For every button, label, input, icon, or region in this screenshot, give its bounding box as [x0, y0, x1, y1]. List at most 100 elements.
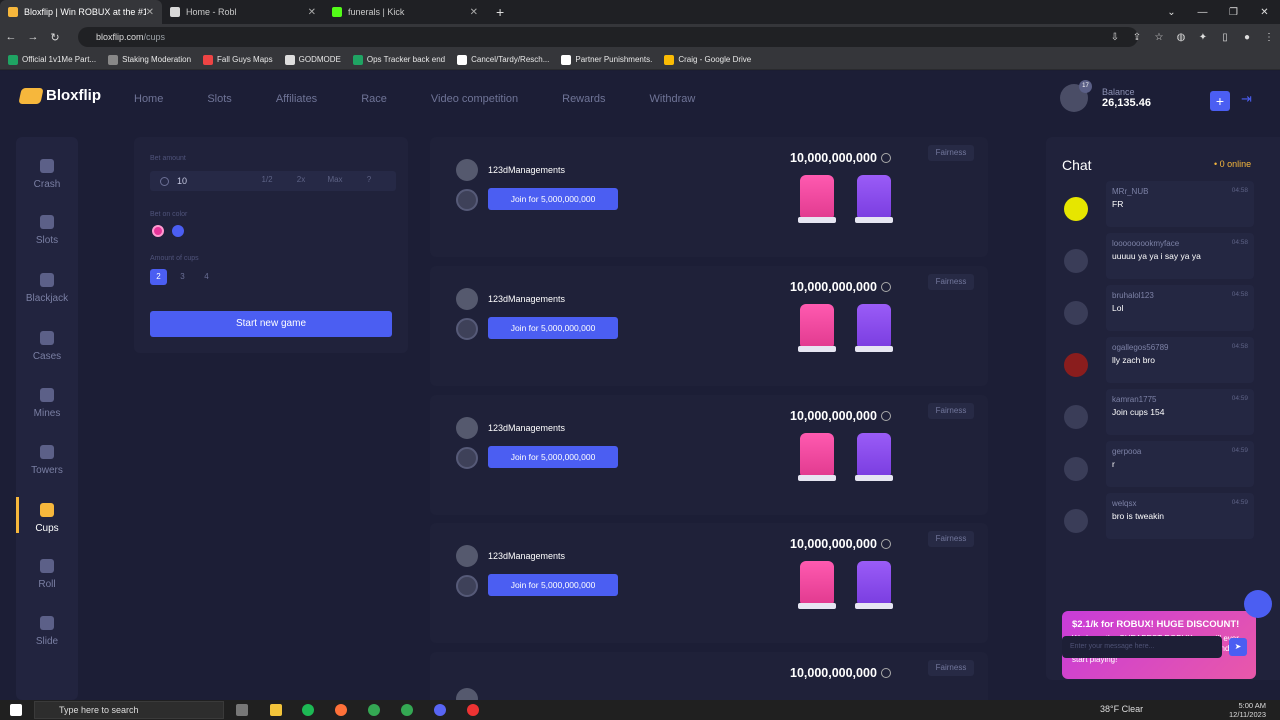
- close-tab-icon[interactable]: ✕: [470, 7, 478, 18]
- chat-username[interactable]: gerpooa: [1112, 447, 1141, 456]
- clock[interactable]: 5:00 AM 12/11/2023: [1229, 701, 1266, 719]
- install-icon[interactable]: ⇩: [1104, 32, 1126, 43]
- deposit-button[interactable]: +: [1210, 91, 1230, 111]
- half-button[interactable]: 1/2: [256, 175, 278, 184]
- nav-withdraw[interactable]: Withdraw: [650, 93, 696, 105]
- user-avatar[interactable]: [1064, 405, 1088, 429]
- sidebar-item-crash[interactable]: Crash: [16, 159, 78, 190]
- sidebar-item-towers[interactable]: Towers: [16, 445, 78, 476]
- color-blue-option[interactable]: [172, 225, 184, 237]
- join-game-button[interactable]: Join for 5,000,000,000: [488, 317, 618, 339]
- weather[interactable]: 38°F Clear: [1100, 704, 1143, 714]
- bookmark[interactable]: Staking Moderation: [108, 54, 191, 65]
- menu-dots-icon[interactable]: ⋮: [1258, 32, 1280, 43]
- nav-home[interactable]: Home: [134, 93, 163, 105]
- sidepanel-icon[interactable]: ▯: [1214, 32, 1236, 43]
- user-avatar[interactable]: [1064, 197, 1088, 221]
- maximize-icon[interactable]: ❐: [1218, 7, 1249, 18]
- user-avatar[interactable]: [1064, 509, 1088, 533]
- user-avatar[interactable]: [1064, 457, 1088, 481]
- bookmark[interactable]: Fall Guys Maps: [203, 54, 273, 65]
- bookmark[interactable]: Partner Punishments.: [561, 54, 652, 65]
- puzzle-icon[interactable]: ✦: [1192, 32, 1214, 43]
- fairness-button[interactable]: Fairness: [928, 660, 974, 676]
- join-game-button[interactable]: Join for 5,000,000,000: [488, 446, 618, 468]
- forward-icon[interactable]: →: [22, 31, 44, 43]
- close-tab-icon[interactable]: ✕: [146, 7, 154, 18]
- color-pink-option[interactable]: [152, 225, 164, 237]
- taskbar-search[interactable]: Type here to search: [34, 701, 224, 719]
- task-view-icon[interactable]: [236, 704, 248, 716]
- chat-username[interactable]: looooooookmyface: [1112, 239, 1179, 248]
- max-button[interactable]: Max: [324, 175, 346, 184]
- profile-icon[interactable]: ●: [1236, 32, 1258, 43]
- minimize-icon[interactable]: —: [1187, 7, 1218, 18]
- roll-icon: [40, 559, 54, 573]
- sidebar-item-cups[interactable]: Cups: [16, 497, 78, 534]
- nav-affiliates[interactable]: Affiliates: [276, 93, 317, 105]
- fairness-button[interactable]: Fairness: [928, 145, 974, 161]
- back-icon[interactable]: ←: [0, 31, 22, 43]
- chat-username[interactable]: bruhalol123: [1112, 291, 1154, 300]
- chat-username[interactable]: MRr_NUB: [1112, 187, 1148, 196]
- cups-option-2[interactable]: 2: [150, 269, 167, 285]
- tab-roblox[interactable]: Home - Robl ✕: [162, 0, 324, 24]
- discord-icon[interactable]: [434, 704, 446, 716]
- chrome-active-icon[interactable]: [401, 704, 413, 716]
- help-button[interactable]: ?: [358, 175, 380, 184]
- join-game-button[interactable]: Join for 5,000,000,000: [488, 188, 618, 210]
- sidebar-item-blackjack[interactable]: Blackjack: [16, 273, 78, 304]
- join-game-button[interactable]: Join for 5,000,000,000: [488, 574, 618, 596]
- bookmark[interactable]: GODMODE: [284, 54, 341, 65]
- chat-username[interactable]: ogallegos56789: [1112, 343, 1169, 352]
- chat-username[interactable]: welqsx: [1112, 499, 1136, 508]
- nav-race[interactable]: Race: [361, 93, 387, 105]
- user-avatar[interactable]: [1064, 353, 1088, 377]
- tab-search-icon[interactable]: ⌄: [1156, 7, 1187, 18]
- logout-icon[interactable]: ⇥: [1241, 91, 1252, 107]
- fairness-button[interactable]: Fairness: [928, 531, 974, 547]
- file-explorer-icon[interactable]: [270, 704, 282, 716]
- sidebar-item-slots[interactable]: Slots: [16, 215, 78, 246]
- chrome-icon[interactable]: [368, 704, 380, 716]
- nav-rewards[interactable]: Rewards: [562, 93, 605, 105]
- windows-start-icon[interactable]: [10, 704, 22, 716]
- fairness-button[interactable]: Fairness: [928, 274, 974, 290]
- sidebar-item-slide[interactable]: Slide: [16, 616, 78, 647]
- double-button[interactable]: 2x: [290, 175, 312, 184]
- support-chat-icon[interactable]: [1244, 590, 1272, 618]
- bookmark[interactable]: Cancel/Tardy/Resch...: [457, 54, 549, 65]
- close-window-icon[interactable]: ✕: [1249, 7, 1280, 18]
- user-avatar[interactable]: [1064, 249, 1088, 273]
- bookmark-star-icon[interactable]: ☆: [1148, 32, 1170, 43]
- user-avatar[interactable]: [1064, 301, 1088, 325]
- share-icon[interactable]: ⇪: [1126, 32, 1148, 43]
- firefox-icon[interactable]: [335, 704, 347, 716]
- app-icon[interactable]: [467, 704, 479, 716]
- nav-slots[interactable]: Slots: [207, 93, 231, 105]
- sidebar-item-cases[interactable]: Cases: [16, 331, 78, 362]
- bookmark[interactable]: Ops Tracker back end: [352, 54, 445, 65]
- nav-video-competition[interactable]: Video competition: [431, 93, 518, 105]
- chat-input[interactable]: Enter your message here...: [1062, 636, 1222, 658]
- chat-username[interactable]: kamran1775: [1112, 395, 1156, 404]
- sidebar-item-roll[interactable]: Roll: [16, 559, 78, 590]
- extension-icon[interactable]: ◍: [1170, 32, 1192, 43]
- send-icon[interactable]: ➤: [1229, 638, 1247, 656]
- logo[interactable]: Bloxflip: [18, 87, 101, 104]
- start-new-game-button[interactable]: Start new game: [150, 311, 392, 337]
- spotify-icon[interactable]: [302, 704, 314, 716]
- tab-kick[interactable]: funerals | Kick ✕: [324, 0, 486, 24]
- bookmark[interactable]: Official 1v1Me Part...: [8, 54, 96, 65]
- user-avatar[interactable]: 17: [1060, 80, 1092, 112]
- url-field[interactable]: bloxflip.com/cups: [78, 27, 1138, 47]
- fairness-button[interactable]: Fairness: [928, 403, 974, 419]
- new-tab-icon[interactable]: +: [496, 4, 504, 20]
- tab-bloxflip[interactable]: Bloxflip | Win ROBUX at the #1 R ✕: [0, 0, 162, 24]
- cups-option-4[interactable]: 4: [198, 269, 215, 285]
- cups-option-3[interactable]: 3: [174, 269, 191, 285]
- sidebar-item-mines[interactable]: Mines: [16, 388, 78, 419]
- reload-icon[interactable]: ↻: [44, 31, 66, 44]
- bookmark[interactable]: Craig - Google Drive: [664, 54, 751, 65]
- close-tab-icon[interactable]: ✕: [308, 7, 316, 18]
